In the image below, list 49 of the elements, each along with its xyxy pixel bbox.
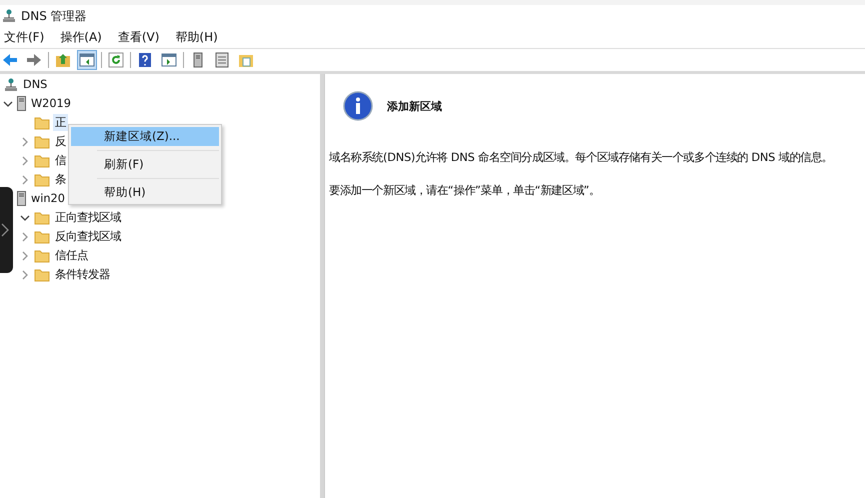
- forward-arrow-icon: [26, 53, 42, 67]
- folder-icon: [34, 154, 50, 168]
- toolbar-button[interactable]: [77, 50, 97, 70]
- server-icon: [193, 52, 203, 68]
- server-icon: [17, 191, 26, 206]
- details-heading: 添加新区域: [387, 98, 442, 114]
- context-menu-item[interactable]: 新建区域(Z)...: [71, 127, 219, 146]
- tree-item[interactable]: 正: [53, 114, 68, 131]
- panel-icon: [161, 53, 177, 67]
- tree-item[interactable]: win20: [29, 191, 67, 206]
- folder-document-icon: [238, 52, 254, 68]
- folder-icon: [34, 210, 50, 224]
- tree-item[interactable]: 反向查找区域: [53, 228, 123, 245]
- pane-icon: [79, 53, 95, 67]
- help-icon: [138, 52, 152, 68]
- side-panel-handle[interactable]: [0, 187, 13, 273]
- dns-icon: [4, 78, 18, 92]
- tree-item[interactable]: W2019: [29, 96, 73, 111]
- tree-item[interactable]: 信任点: [53, 247, 90, 264]
- window-title: DNS 管理器: [21, 8, 87, 24]
- folder-icon: [34, 268, 50, 282]
- tree-item[interactable]: 反: [53, 133, 68, 150]
- info-icon: [343, 91, 373, 121]
- toolbar-button[interactable]: [106, 50, 126, 70]
- context-menu-item[interactable]: 帮助(H): [71, 183, 219, 202]
- dns-icon: [2, 9, 16, 23]
- refresh-icon: [108, 52, 124, 68]
- folder-icon: [34, 116, 50, 130]
- tree-item[interactable]: 条: [53, 171, 68, 188]
- details-text: 要添加一个新区域，请在“操作”菜单，单击“新建区域”。: [329, 183, 602, 198]
- tree-item[interactable]: 条件转发器: [53, 266, 112, 283]
- tree-item[interactable]: 信: [53, 152, 68, 169]
- chevron-right-icon: [0, 222, 10, 238]
- folder-up-icon: [55, 52, 71, 68]
- tree-item[interactable]: DNS: [21, 77, 50, 92]
- list-icon: [215, 52, 229, 68]
- menu-item[interactable]: 帮助(H): [171, 29, 224, 46]
- tree-item[interactable]: 正向查找区域: [53, 209, 123, 226]
- folder-icon: [34, 230, 50, 244]
- menu-item[interactable]: 操作(A): [56, 29, 108, 46]
- menu-item[interactable]: 查看(V): [114, 29, 166, 46]
- server-icon: [17, 96, 26, 111]
- folder-icon: [34, 172, 50, 186]
- back-arrow-icon: [2, 53, 18, 67]
- folder-icon: [34, 134, 50, 148]
- context-menu-item[interactable]: 刷新(F): [71, 155, 219, 174]
- folder-icon: [34, 248, 50, 262]
- details-text: 域名称系统(DNS)允许将 DNS 命名空间分成区域。每个区域存储有关一个或多个连续的 DNS 域的信息。: [329, 150, 834, 165]
- menu-item[interactable]: 文件(F): [0, 29, 50, 46]
